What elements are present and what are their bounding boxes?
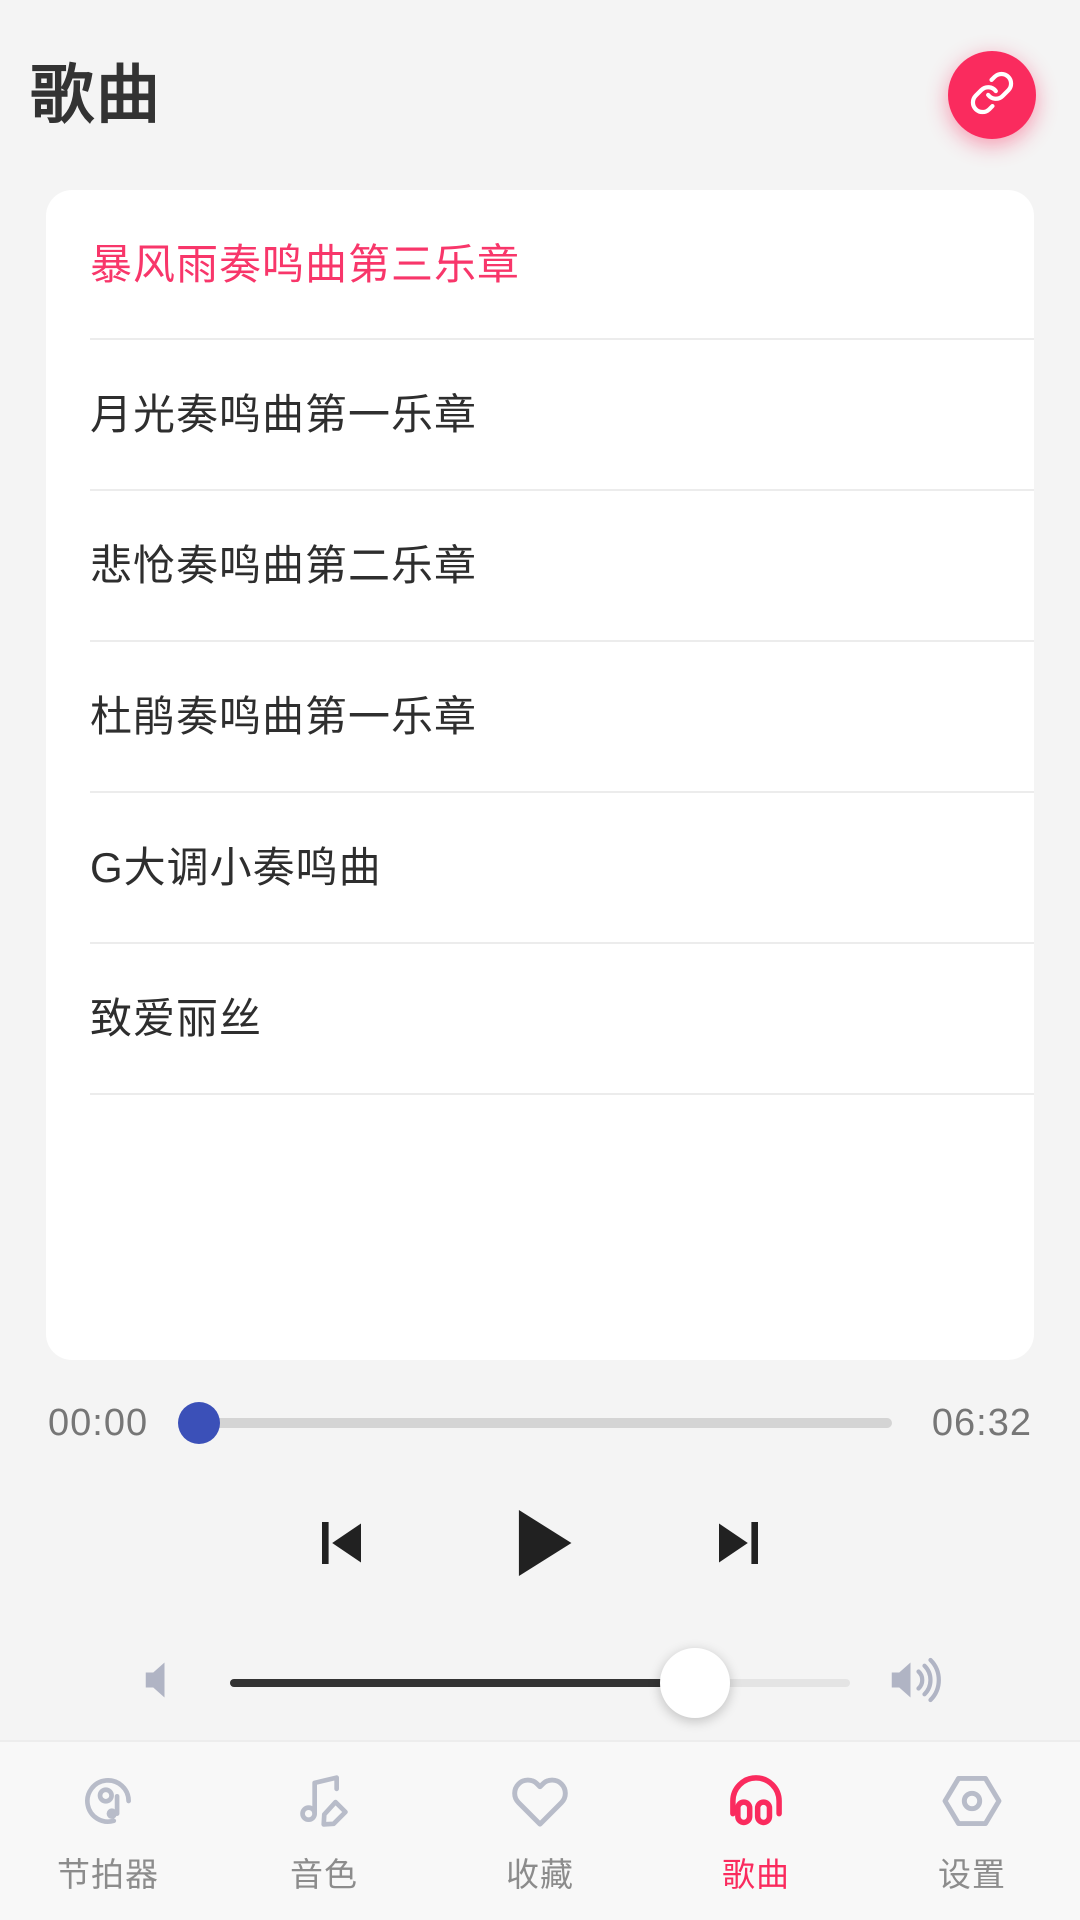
nav-label: 音色 — [290, 1856, 358, 1893]
song-title: 致爱丽丝 — [90, 995, 263, 1043]
song-title: G大调小奏鸣曲 — [90, 844, 382, 892]
song-title: 月光奏鸣曲第一乐章 — [90, 391, 478, 439]
nav-label: 收藏 — [506, 1856, 574, 1893]
volume-thumb[interactable] — [660, 1647, 730, 1718]
volume-mute-icon — [137, 1650, 197, 1715]
link-button[interactable] — [948, 51, 1036, 139]
song-list-card: 暴风雨奏鸣曲第三乐章 月光奏鸣曲第一乐章 悲怆奏鸣曲第二乐章 杜鹃奏鸣曲第一乐章… — [46, 190, 1034, 1360]
song-list-item[interactable]: 致爱丽丝 — [46, 944, 1034, 1095]
nav-item-metronome[interactable]: 节拍器 — [0, 1742, 216, 1920]
page-header: 歌曲 — [0, 0, 1080, 190]
current-time-label: 00:00 — [48, 1401, 149, 1444]
volume-up-icon — [883, 1650, 943, 1715]
progress-track[interactable] — [200, 1418, 892, 1428]
bottom-navigation: 节拍器 音色 收藏 歌曲 设置 — [0, 1740, 1080, 1920]
skip-previous-icon — [304, 1507, 376, 1584]
transport-controls — [0, 1470, 1080, 1620]
list-divider — [90, 1093, 1034, 1095]
heart-icon — [505, 1766, 575, 1836]
song-list-item[interactable]: 悲怆奏鸣曲第二乐章 — [46, 491, 1034, 642]
previous-button[interactable] — [265, 1490, 415, 1600]
volume-track-fill — [230, 1678, 695, 1687]
song-list-item[interactable]: 暴风雨奏鸣曲第三乐章 — [46, 190, 1034, 340]
nav-label: 歌曲 — [722, 1856, 790, 1893]
playback-progress-row: 00:00 06:32 — [0, 1380, 1080, 1466]
link-icon — [969, 70, 1015, 121]
settings-hex-icon — [937, 1766, 1007, 1836]
song-list-item[interactable]: 月光奏鸣曲第一乐章 — [46, 340, 1034, 491]
page-title: 歌曲 — [30, 59, 162, 131]
volume-up-button[interactable] — [876, 1646, 950, 1720]
play-button[interactable] — [415, 1480, 665, 1610]
nav-label: 设置 — [938, 1856, 1006, 1893]
volume-slider[interactable] — [230, 1646, 850, 1720]
song-list-item[interactable]: G大调小奏鸣曲 — [46, 793, 1034, 944]
volume-mute-button[interactable] — [130, 1646, 204, 1720]
nav-item-favorites[interactable]: 收藏 — [432, 1742, 648, 1920]
nav-label: 节拍器 — [57, 1856, 159, 1893]
progress-thumb[interactable] — [178, 1402, 221, 1444]
skip-next-icon — [704, 1507, 776, 1584]
total-time-label: 06:32 — [931, 1401, 1032, 1444]
nav-item-songs[interactable]: 歌曲 — [648, 1742, 864, 1920]
next-button[interactable] — [665, 1490, 815, 1600]
metronome-icon — [73, 1766, 143, 1836]
volume-row — [0, 1625, 1080, 1740]
progress-slider[interactable] — [178, 1402, 902, 1444]
nav-item-timbre[interactable]: 音色 — [216, 1742, 432, 1920]
play-icon — [494, 1497, 586, 1594]
song-title: 暴风雨奏鸣曲第三乐章 — [90, 240, 521, 288]
app-root: 歌曲 暴风雨奏鸣曲第三乐章 月光奏鸣曲第一乐章 悲怆奏鸣曲第二乐章 杜鹃奏鸣曲第… — [0, 0, 1080, 1920]
music-edit-icon — [289, 1766, 359, 1836]
song-list-item[interactable]: 杜鹃奏鸣曲第一乐章 — [46, 642, 1034, 793]
song-list: 暴风雨奏鸣曲第三乐章 月光奏鸣曲第一乐章 悲怆奏鸣曲第二乐章 杜鹃奏鸣曲第一乐章… — [46, 190, 1034, 1095]
song-title: 悲怆奏鸣曲第二乐章 — [90, 542, 478, 590]
song-title: 杜鹃奏鸣曲第一乐章 — [90, 693, 478, 741]
headphones-icon — [721, 1766, 791, 1836]
nav-item-settings[interactable]: 设置 — [864, 1742, 1080, 1920]
